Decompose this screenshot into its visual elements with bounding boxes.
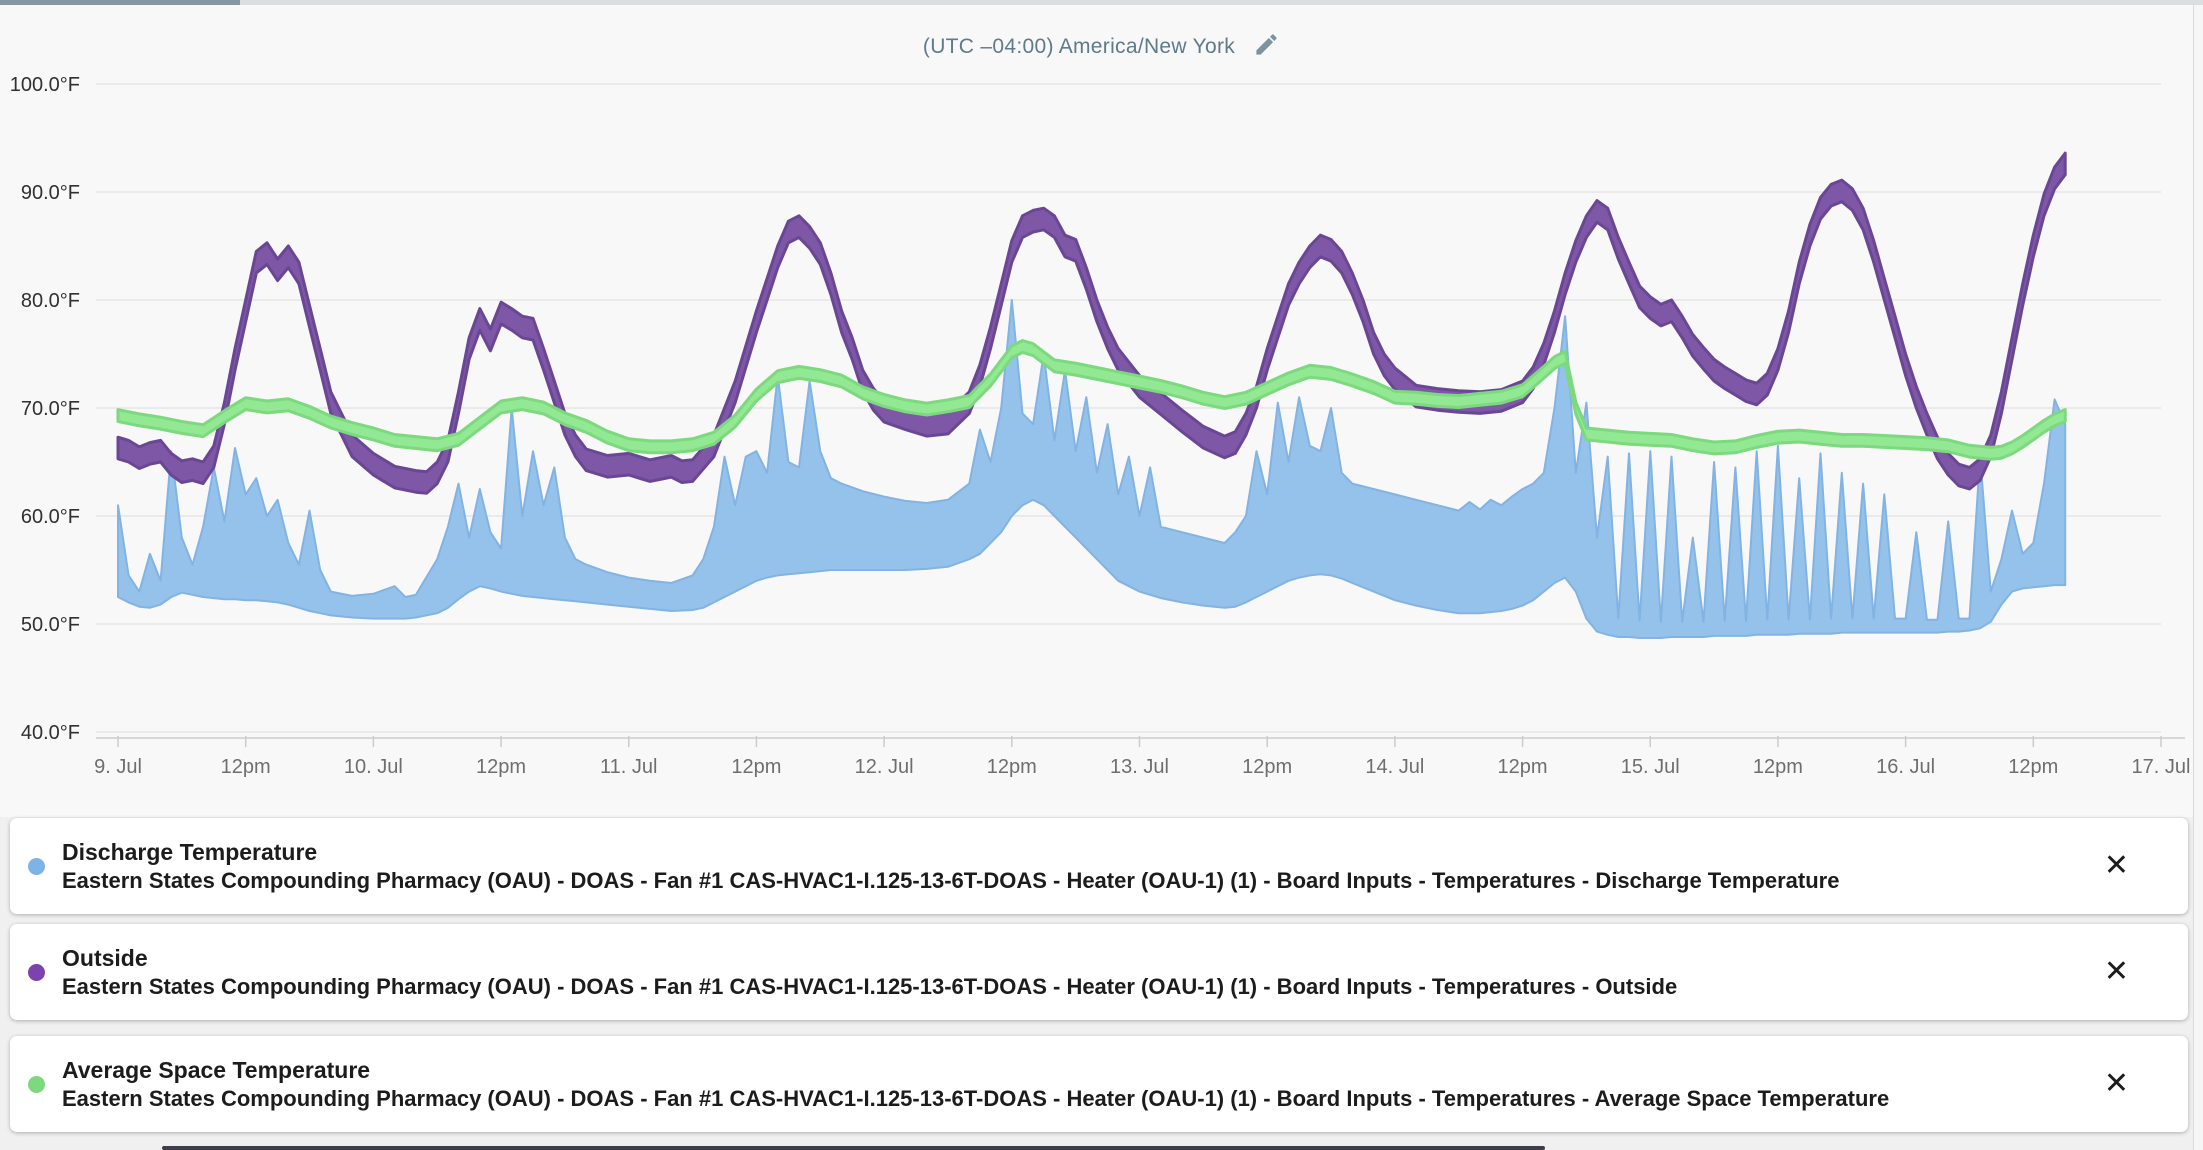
close-icon[interactable]: ✕ xyxy=(2100,1065,2133,1103)
close-icon[interactable]: ✕ xyxy=(2100,847,2133,885)
svg-text:12pm: 12pm xyxy=(731,756,781,778)
top-progress-strip xyxy=(0,0,240,5)
legend-text: Outside Eastern States Compounding Pharm… xyxy=(62,924,2068,1020)
svg-text:13. Jul: 13. Jul xyxy=(1110,756,1169,778)
svg-text:16. Jul: 16. Jul xyxy=(1876,756,1935,778)
series-dot-outside xyxy=(28,964,45,981)
svg-text:100.0°F: 100.0°F xyxy=(10,74,80,96)
legend-subtitle: Eastern States Compounding Pharmacy (OAU… xyxy=(62,868,2068,893)
svg-text:12pm: 12pm xyxy=(1242,756,1292,778)
horizontal-scrollbar-thumb[interactable] xyxy=(162,1146,1545,1150)
svg-text:12pm: 12pm xyxy=(1498,756,1548,778)
svg-text:12pm: 12pm xyxy=(987,756,1037,778)
legend-card-outside: Outside Eastern States Compounding Pharm… xyxy=(10,924,2188,1020)
legend-card-discharge-temperature: Discharge Temperature Eastern States Com… xyxy=(10,818,2188,914)
legend-subtitle: Eastern States Compounding Pharmacy (OAU… xyxy=(62,974,2068,999)
temperature-chart: 100.0°F 90.0°F 80.0°F 70.0°F 60.0°F 50.0°F 40.… xyxy=(0,5,2203,817)
svg-text:17. Jul: 17. Jul xyxy=(2132,756,2191,778)
legend-subtitle: Eastern States Compounding Pharmacy (OAU… xyxy=(62,1086,2068,1111)
svg-text:12pm: 12pm xyxy=(2008,756,2058,778)
svg-text:15. Jul: 15. Jul xyxy=(1621,756,1680,778)
legend-text: Average Space Temperature Eastern States… xyxy=(62,1036,2068,1132)
series-dot-average-space xyxy=(28,1076,45,1093)
svg-text:60.0°F: 60.0°F xyxy=(21,506,80,528)
timezone-header: (UTC –04:00) America/New York xyxy=(0,29,2203,65)
series-dot-discharge xyxy=(28,858,45,875)
legend-title: Outside xyxy=(62,945,2068,971)
svg-text:12pm: 12pm xyxy=(476,756,526,778)
legend-title: Discharge Temperature xyxy=(62,839,2068,865)
top-border-strip xyxy=(0,0,2203,5)
svg-text:12pm: 12pm xyxy=(1753,756,1803,778)
svg-text:14. Jul: 14. Jul xyxy=(1365,756,1424,778)
svg-text:70.0°F: 70.0°F xyxy=(21,398,80,420)
legend-title: Average Space Temperature xyxy=(62,1057,2068,1083)
svg-text:90.0°F: 90.0°F xyxy=(21,182,80,204)
pencil-icon[interactable] xyxy=(1253,31,1280,63)
close-icon[interactable]: ✕ xyxy=(2100,953,2133,991)
svg-text:12. Jul: 12. Jul xyxy=(855,756,914,778)
chart-panel: 100.0°F 90.0°F 80.0°F 70.0°F 60.0°F 50.0°F 40.… xyxy=(0,5,2203,817)
vertical-scrollbar[interactable] xyxy=(2193,5,2203,1150)
svg-text:50.0°F: 50.0°F xyxy=(21,614,80,636)
timezone-label: (UTC –04:00) America/New York xyxy=(923,35,1235,59)
svg-text:12pm: 12pm xyxy=(221,756,271,778)
svg-text:10. Jul: 10. Jul xyxy=(344,756,403,778)
svg-text:80.0°F: 80.0°F xyxy=(21,290,80,312)
svg-text:11. Jul: 11. Jul xyxy=(600,756,657,778)
svg-text:40.0°F: 40.0°F xyxy=(21,722,80,744)
svg-text:9. Jul: 9. Jul xyxy=(94,756,142,778)
legend-text: Discharge Temperature Eastern States Com… xyxy=(62,818,2068,914)
legend-card-average-space-temperature: Average Space Temperature Eastern States… xyxy=(10,1036,2188,1132)
